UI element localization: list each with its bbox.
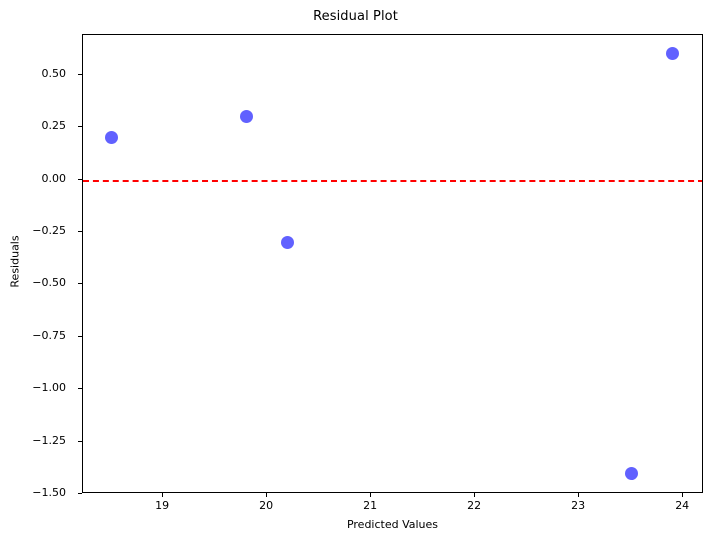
- x-tick-label: 19: [155, 499, 170, 512]
- zero-reference-line: [83, 179, 702, 182]
- y-tick-label: −1.25: [32, 433, 66, 447]
- x-axis-label: Predicted Values: [346, 518, 439, 531]
- y-tick-mark: [78, 493, 82, 494]
- data-point: [281, 235, 295, 249]
- y-tick-mark: [78, 126, 82, 128]
- y-tick-mark: [78, 388, 82, 390]
- x-tick-label: 21: [363, 499, 378, 512]
- y-tick-mark: [78, 335, 82, 337]
- x-tick-mark: [578, 493, 580, 497]
- plot-area: [82, 34, 703, 493]
- y-axis-label: Residuals: [8, 235, 22, 288]
- y-tick-label: 0.00: [41, 171, 67, 185]
- chart-title: Residual Plot: [313, 9, 398, 24]
- y-tick-mark: [78, 178, 82, 180]
- data-point: [104, 131, 118, 145]
- y-tick-label: −1.00: [32, 381, 66, 395]
- x-tick-mark: [474, 493, 476, 497]
- x-tick-mark: [370, 493, 372, 497]
- x-tick-label: 23: [571, 499, 586, 512]
- y-tick-label: 0.25: [41, 119, 67, 133]
- y-tick-mark: [78, 440, 82, 442]
- x-tick-mark: [682, 493, 684, 497]
- y-tick-mark: [78, 231, 82, 232]
- x-tick-mark: [162, 493, 164, 497]
- y-tick-label: −0.75: [32, 328, 66, 342]
- x-tick-label: 22: [467, 499, 482, 512]
- data-point: [666, 47, 680, 61]
- residual-plot-figure: Residual Plot 19 20 21 22 23 24 0.50 0.25 0.00 −…: [0, 0, 711, 547]
- x-tick-label: 24: [675, 499, 690, 512]
- y-tick-mark: [78, 73, 82, 75]
- y-tick-mark: [78, 283, 82, 285]
- data-point: [239, 110, 253, 124]
- data-point: [624, 466, 638, 480]
- y-tick-label: −1.50: [32, 486, 66, 499]
- y-tick-label: 0.50: [41, 66, 67, 80]
- x-tick-label: 20: [259, 499, 274, 512]
- x-tick-mark: [266, 493, 268, 497]
